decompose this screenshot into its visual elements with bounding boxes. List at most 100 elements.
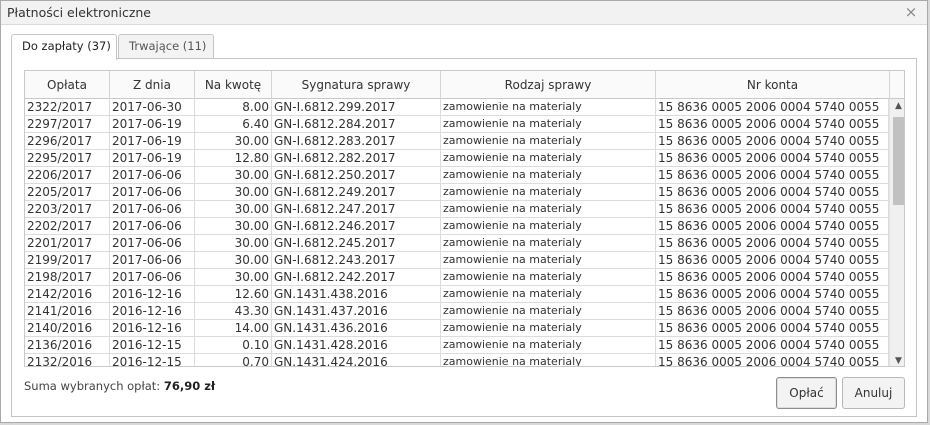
cell-z-dnia: 2016-12-15 xyxy=(110,337,195,353)
cell-nr-konta: 15 8636 0005 2006 0004 5740 0055 xyxy=(656,167,889,183)
cell-rodzaj: zamowienie na materialy xyxy=(441,218,656,234)
table-row[interactable]: 2202/2017 2017-06-06 30.00 GN-I.6812.246.20… xyxy=(25,218,889,235)
cell-sygnatura: GN.1431.424.2016 xyxy=(272,354,441,366)
cell-rodzaj: zamowienie na materialy xyxy=(441,337,656,353)
cell-rodzaj: zamowienie na materialy xyxy=(441,235,656,251)
cell-z-dnia: 2016-12-16 xyxy=(110,286,195,302)
table-row[interactable]: 2206/2017 2017-06-06 30.00 GN-I.6812.250.20… xyxy=(25,167,889,184)
cell-nr-konta: 15 8636 0005 2006 0004 5740 0055 xyxy=(656,320,889,336)
table-row[interactable]: 2201/2017 2017-06-06 30.00 GN-I.6812.245.20… xyxy=(25,235,889,252)
cell-na-kwote: 30.00 xyxy=(195,269,272,285)
cell-na-kwote: 43.30 xyxy=(195,303,272,319)
cell-oplata: 2142/2016 xyxy=(25,286,110,302)
cell-nr-konta: 15 8636 0005 2006 0004 5740 0055 xyxy=(656,150,889,166)
cell-rodzaj: zamowienie na materialy xyxy=(441,252,656,268)
cell-sygnatura: GN-I.6812.245.2017 xyxy=(272,235,441,251)
cell-nr-konta: 15 8636 0005 2006 0004 5740 0055 xyxy=(656,184,889,200)
cell-sygnatura: GN-I.6812.247.2017 xyxy=(272,201,441,217)
column-header-na-kwote[interactable]: Na kwotę xyxy=(195,71,272,99)
pay-button[interactable]: Opłać xyxy=(776,377,837,409)
cell-z-dnia: 2017-06-06 xyxy=(110,269,195,285)
table-row[interactable]: 2140/2016 2016-12-16 14.00 GN.1431.436.2016… xyxy=(25,320,889,337)
table-row[interactable]: 2295/2017 2017-06-19 12.80 GN-I.6812.282.20… xyxy=(25,150,889,167)
cell-sygnatura: GN-I.6812.282.2017 xyxy=(272,150,441,166)
cell-nr-konta: 15 8636 0005 2006 0004 5740 0055 xyxy=(656,99,889,115)
column-header-nr-konta[interactable]: Nr konta xyxy=(656,71,890,99)
cell-na-kwote: 12.80 xyxy=(195,150,272,166)
column-header-rodzaj[interactable]: Rodzaj sprawy xyxy=(441,71,656,99)
payments-table: Opłata Z dnia Na kwotę Sygnatura sprawy … xyxy=(24,70,905,367)
cell-oplata: 2296/2017 xyxy=(25,133,110,149)
tab-trwajace[interactable]: Trwające (11) xyxy=(118,34,214,59)
table-scrollbar[interactable]: ▲ ▼ xyxy=(889,99,904,366)
cell-rodzaj: zamowienie na materialy xyxy=(441,269,656,285)
cell-z-dnia: 2017-06-06 xyxy=(110,235,195,251)
cell-na-kwote: 6.40 xyxy=(195,116,272,132)
cell-rodzaj: zamowienie na materialy xyxy=(441,99,656,115)
table-row[interactable]: 2198/2017 2017-06-06 30.00 GN-I.6812.242.20… xyxy=(25,269,889,286)
cell-sygnatura: GN-I.6812.250.2017 xyxy=(272,167,441,183)
cell-na-kwote: 0.70 xyxy=(195,354,272,366)
column-header-sygnatura[interactable]: Sygnatura sprawy xyxy=(272,71,441,99)
cell-nr-konta: 15 8636 0005 2006 0004 5740 0055 xyxy=(656,286,889,302)
cell-oplata: 2140/2016 xyxy=(25,320,110,336)
column-header-oplata[interactable]: Opłata xyxy=(25,71,110,99)
table-row[interactable]: 2142/2016 2016-12-16 12.60 GN.1431.438.2016… xyxy=(25,286,889,303)
payments-dialog: Płatności elektroniczne × Do zapłaty (37… xyxy=(0,0,928,423)
cell-sygnatura: GN-I.6812.246.2017 xyxy=(272,218,441,234)
table-row[interactable]: 2199/2017 2017-06-06 30.00 GN-I.6812.243.20… xyxy=(25,252,889,269)
cell-na-kwote: 30.00 xyxy=(195,252,272,268)
cell-nr-konta: 15 8636 0005 2006 0004 5740 0055 xyxy=(656,218,889,234)
cell-oplata: 2198/2017 xyxy=(25,269,110,285)
cell-rodzaj: zamowienie na materialy xyxy=(441,303,656,319)
table-row[interactable]: 2322/2017 2017-06-30 8.00 GN-I.6812.299.201… xyxy=(25,99,889,116)
cell-oplata: 2203/2017 xyxy=(25,201,110,217)
dialog-title: Płatności elektroniczne xyxy=(7,5,152,20)
cell-z-dnia: 2017-06-06 xyxy=(110,252,195,268)
cell-z-dnia: 2017-06-06 xyxy=(110,167,195,183)
close-icon[interactable]: × xyxy=(904,5,918,20)
column-header-z-dnia[interactable]: Z dnia xyxy=(110,71,195,99)
cell-sygnatura: GN-I.6812.284.2017 xyxy=(272,116,441,132)
cell-z-dnia: 2016-12-15 xyxy=(110,354,195,366)
table-row[interactable]: 2296/2017 2017-06-19 30.00 GN-I.6812.283.20… xyxy=(25,133,889,150)
cell-na-kwote: 30.00 xyxy=(195,167,272,183)
tab-do-zaplaty[interactable]: Do zapłaty (37) xyxy=(11,34,117,60)
table-row[interactable]: 2297/2017 2017-06-19 6.40 GN-I.6812.284.201… xyxy=(25,116,889,133)
scroll-down-icon[interactable]: ▼ xyxy=(890,354,904,366)
cell-nr-konta: 15 8636 0005 2006 0004 5740 0055 xyxy=(656,201,889,217)
cell-na-kwote: 30.00 xyxy=(195,133,272,149)
cell-oplata: 2132/2016 xyxy=(25,354,110,366)
cell-oplata: 2201/2017 xyxy=(25,235,110,251)
cell-z-dnia: 2017-06-19 xyxy=(110,116,195,132)
table-row[interactable]: 2136/2016 2016-12-15 0.10 GN.1431.428.2016 z… xyxy=(25,337,889,354)
scrollbar-thumb[interactable] xyxy=(893,117,904,205)
cell-sygnatura: GN.1431.436.2016 xyxy=(272,320,441,336)
cell-nr-konta: 15 8636 0005 2006 0004 5740 0055 xyxy=(656,354,889,366)
cell-oplata: 2206/2017 xyxy=(25,167,110,183)
cell-z-dnia: 2017-06-06 xyxy=(110,201,195,217)
scroll-up-icon[interactable]: ▲ xyxy=(890,99,904,113)
cell-oplata: 2199/2017 xyxy=(25,252,110,268)
table-row[interactable]: 2141/2016 2016-12-16 43.30 GN.1431.437.2016… xyxy=(25,303,889,320)
cell-na-kwote: 8.00 xyxy=(195,99,272,115)
table-row[interactable]: 2132/2016 2016-12-15 0.70 GN.1431.424.2016 z… xyxy=(25,354,889,366)
cell-na-kwote: 30.00 xyxy=(195,201,272,217)
table-row[interactable]: 2203/2017 2017-06-06 30.00 GN-I.6812.247.20… xyxy=(25,201,889,218)
table-row[interactable]: 2205/2017 2017-06-06 30.00 GN-I.6812.249.20… xyxy=(25,184,889,201)
selected-sum: Suma wybranych opłat: 76,90 zł xyxy=(24,379,215,393)
cell-oplata: 2297/2017 xyxy=(25,116,110,132)
cell-z-dnia: 2017-06-06 xyxy=(110,218,195,234)
cell-rodzaj: zamowienie na materialy xyxy=(441,184,656,200)
dialog-titlebar: Płatności elektroniczne × xyxy=(1,1,927,25)
cell-sygnatura: GN.1431.438.2016 xyxy=(272,286,441,302)
cell-na-kwote: 12.60 xyxy=(195,286,272,302)
cancel-button[interactable]: Anuluj xyxy=(842,377,905,409)
cell-sygnatura: GN-I.6812.299.2017 xyxy=(272,99,441,115)
tab-panel: Opłata Z dnia Na kwotę Sygnatura sprawy … xyxy=(11,58,917,417)
cell-sygnatura: GN-I.6812.243.2017 xyxy=(272,252,441,268)
cell-rodzaj: zamowienie na materialy xyxy=(441,116,656,132)
cell-sygnatura: GN-I.6812.242.2017 xyxy=(272,269,441,285)
cell-rodzaj: zamowienie na materialy xyxy=(441,133,656,149)
cell-z-dnia: 2017-06-30 xyxy=(110,99,195,115)
